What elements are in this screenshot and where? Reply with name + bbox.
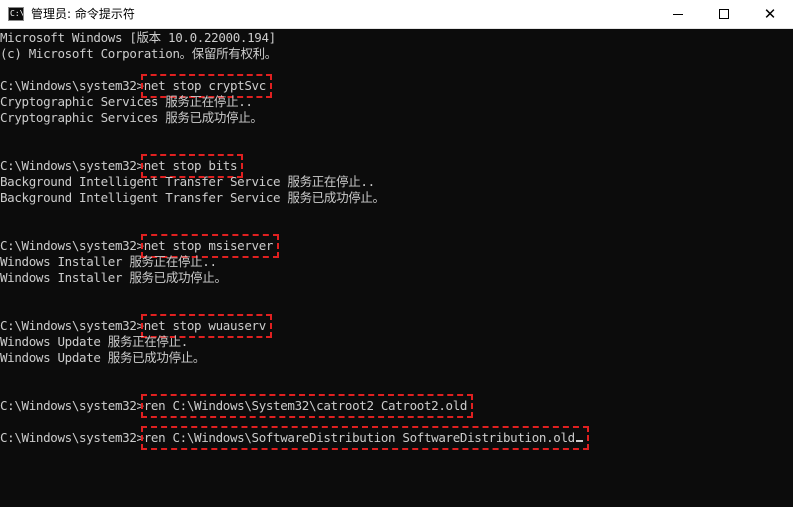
window-title: 管理员: 命令提示符 [31,7,135,21]
output-line: Windows Update 服务正在停止. [0,334,188,349]
command-line: C:\Windows\system32>net stop bits [0,158,237,174]
command-line: C:\Windows\system32>ren C:\Windows\Softw… [0,430,583,446]
output-line: Windows Update 服务已成功停止。 [0,350,206,365]
prompt-text: C:\Windows\system32> [0,430,144,445]
prompt-text: C:\Windows\system32> [0,318,144,333]
minimize-button[interactable] [655,0,701,28]
output-line: Background Intelligent Transfer Service … [0,174,375,189]
command-text: net stop cryptSvc [143,78,266,93]
command-text: net stop bits [143,158,238,173]
output-line: Cryptographic Services 服务已成功停止。 [0,110,263,125]
close-icon: ✕ [763,5,777,23]
output-line: (c) Microsoft Corporation。保留所有权利。 [0,46,277,61]
text-cursor [575,440,583,442]
maximize-button[interactable] [701,0,747,28]
output-line: Windows Installer 服务正在停止.. [0,254,217,269]
command-line: C:\Windows\system32>net stop wuauserv [0,318,266,334]
maximize-icon [719,9,729,19]
command-text: net stop wuauserv [143,318,266,333]
command-line: C:\Windows\system32>net stop msiserver [0,238,273,254]
command-text: net stop msiserver [143,238,274,253]
prompt-text: C:\Windows\system32> [0,398,144,413]
output-line: Windows Installer 服务已成功停止。 [0,270,227,285]
prompt-text: C:\Windows\system32> [0,238,144,253]
command-text: ren C:\Windows\SoftwareDistribution Soft… [143,430,575,445]
console-output[interactable]: Microsoft Windows [版本 10.0.22000.194] (c)… [0,29,793,507]
output-line: Microsoft Windows [版本 10.0.22000.194] [0,30,276,45]
title-bar[interactable]: C:\ 管理员: 命令提示符 ✕ [0,0,793,29]
prompt-text: C:\Windows\system32> [0,158,144,173]
output-line: Background Intelligent Transfer Service … [0,190,385,205]
command-text: ren C:\Windows\System32\catroot2 Catroot… [143,398,468,413]
close-button[interactable]: ✕ [747,0,793,28]
command-line: C:\Windows\system32>ren C:\Windows\Syste… [0,398,467,414]
minimize-icon [673,14,683,15]
command-line: C:\Windows\system32>net stop cryptSvc [0,78,266,94]
terminal-app-icon: C:\ [8,7,24,21]
prompt-text: C:\Windows\system32> [0,78,144,93]
output-line: Cryptographic Services 服务正在停止.. [0,94,253,109]
